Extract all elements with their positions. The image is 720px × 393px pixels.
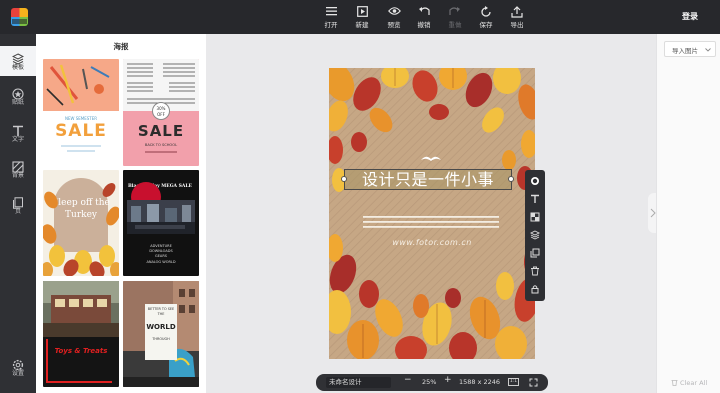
lock-icon[interactable]	[530, 284, 540, 294]
template-thumb-sale-new-semester[interactable]: NEW SEMESTER SALE	[43, 59, 119, 166]
chevron-down-icon	[705, 48, 711, 52]
right-panel: 导入图片 Clear All	[656, 34, 720, 393]
template-thumb-better-world[interactable]: BETTER TO SEE THE WORLD THROUGH	[123, 281, 199, 387]
rail-item-background[interactable]: 背景	[0, 158, 36, 180]
rail-item-pages[interactable]: 页	[0, 194, 36, 216]
template-thumb-sale-back-to-school[interactable]: 30% OFF SALE BACK TO SCHOOL	[123, 59, 199, 166]
gear-icon	[0, 356, 36, 371]
zoom-bar: 未命名设计 − 25% + 1588 x 2246 1:1	[316, 374, 548, 391]
zoom-out-button[interactable]: −	[404, 376, 412, 385]
undo-button[interactable]: 撤销	[409, 6, 439, 29]
new-icon	[347, 6, 377, 20]
top-toolbar: 打开 新建 预览 撤销 重做 保存 导出 登录	[0, 0, 720, 34]
rail-item-templates[interactable]: 模板	[0, 46, 36, 76]
poster-headline[interactable]: 设计只是一件小事	[344, 169, 512, 190]
new-button[interactable]: 新建	[347, 6, 377, 29]
sticker-icon	[0, 85, 36, 100]
preview-button[interactable]: 预览	[379, 6, 409, 29]
rail-item-settings[interactable]: 设置	[0, 356, 36, 378]
trash-icon	[671, 380, 678, 386]
save-icon	[471, 6, 501, 20]
save-button[interactable]: 保存	[471, 6, 501, 29]
actual-size-icon[interactable]: 1:1	[508, 378, 519, 386]
export-button[interactable]: 导出	[502, 6, 532, 29]
duplicate-icon[interactable]	[530, 248, 540, 258]
redo-icon	[440, 6, 470, 20]
export-icon	[502, 6, 532, 20]
menu-icon	[316, 6, 346, 20]
redo-button[interactable]: 重做	[440, 6, 470, 29]
zoom-level: 25%	[422, 378, 437, 386]
template-thumb-toys-treats[interactable]: Toys & Treats	[43, 281, 119, 387]
canvas-size: 1588 x 2246	[459, 378, 501, 386]
left-rail: 模板 贴纸 文字 背景 页 设置	[0, 34, 36, 393]
color-icon[interactable]	[530, 176, 540, 186]
zoom-in-button[interactable]: +	[444, 376, 452, 385]
template-icon	[0, 50, 36, 65]
transparency-icon[interactable]	[530, 212, 540, 222]
fotor-logo[interactable]	[11, 8, 28, 26]
panel-title: 海报	[113, 42, 129, 51]
undo-icon	[409, 6, 439, 20]
rail-item-stickers[interactable]: 贴纸	[0, 85, 36, 107]
fullscreen-icon[interactable]	[529, 378, 538, 390]
template-panel: 海报 NEW SEMESTER SALE 30% OFF SALE BACK T…	[36, 34, 206, 393]
background-icon	[0, 158, 36, 173]
clear-all-button[interactable]: Clear All	[671, 379, 707, 387]
canvas-area: 设计只是一件小事 www.fotor.com.cn 未命名设计 − 25% + …	[206, 34, 656, 393]
open-button[interactable]: 打开	[316, 6, 346, 29]
template-thumb-black-friday[interactable]: Black Friday MEGA SALE ADVENTURE DOWNLOAD…	[123, 170, 199, 276]
template-thumb-sleep-off-turkey[interactable]: Sleep off the Turkey	[43, 170, 119, 276]
import-image-dropdown[interactable]: 导入图片	[664, 41, 716, 57]
document-name-field[interactable]: 未命名设计	[326, 377, 391, 388]
trash-icon[interactable]	[530, 266, 540, 276]
rail-item-text[interactable]: 文字	[0, 122, 36, 144]
login-button[interactable]: 登录	[682, 11, 698, 22]
text-icon	[0, 122, 36, 136]
font-icon[interactable]	[530, 194, 540, 204]
pages-icon	[0, 194, 36, 209]
poster-url[interactable]: www.fotor.com.cn	[329, 238, 535, 247]
poster-canvas[interactable]: 设计只是一件小事 www.fotor.com.cn	[329, 68, 535, 359]
eye-icon	[379, 6, 409, 20]
layers-icon[interactable]	[529, 230, 541, 240]
element-toolbar	[525, 170, 545, 301]
